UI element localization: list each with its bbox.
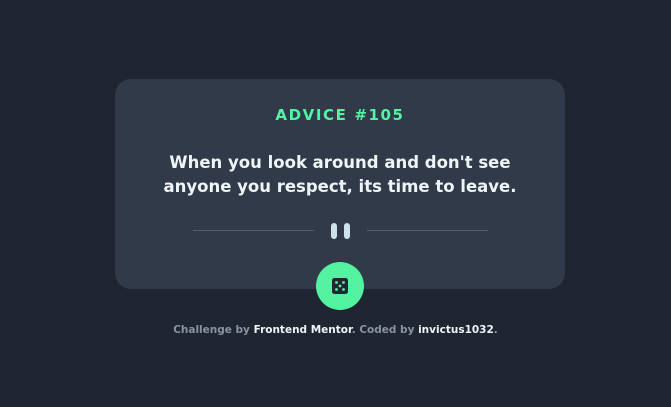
divider-line-left bbox=[193, 230, 314, 231]
attribution: Challenge by Frontend Mentor. Coded by i… bbox=[0, 324, 671, 336]
author-link[interactable]: invictus1032 bbox=[418, 324, 494, 336]
pause-icon-bar-left bbox=[331, 223, 337, 239]
attribution-middle: . Coded by bbox=[351, 324, 419, 336]
new-advice-button[interactable] bbox=[316, 262, 364, 310]
dice-icon bbox=[332, 278, 348, 294]
divider-line-right bbox=[367, 230, 488, 231]
pause-icon-bar-right bbox=[344, 223, 350, 239]
advice-card: ADVICE #105 When you look around and don… bbox=[115, 79, 565, 289]
frontend-mentor-link[interactable]: Frontend Mentor bbox=[254, 324, 352, 336]
attribution-suffix: . bbox=[493, 324, 498, 336]
advice-quote: When you look around and don't see anyon… bbox=[163, 153, 517, 196]
pattern-divider bbox=[193, 219, 488, 243]
attribution-prefix: Challenge by bbox=[173, 324, 254, 336]
advice-id-label: ADVICE #105 bbox=[275, 106, 405, 124]
